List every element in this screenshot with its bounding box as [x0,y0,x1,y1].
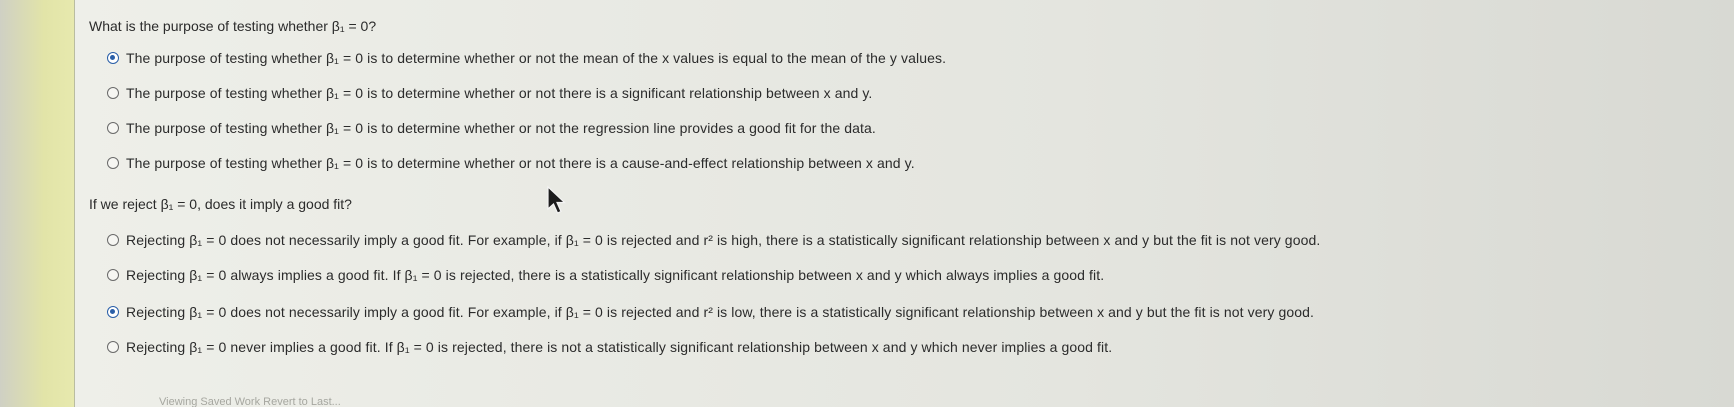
arrow-cursor-icon [547,185,567,214]
q2-option-c[interactable]: Rejecting β₁ = 0 does not necessarily im… [107,302,1314,322]
screenshot-stage: What is the purpose of testing whether β… [0,0,1734,407]
q2-option-a[interactable]: Rejecting β₁ = 0 does not necessarily im… [107,230,1320,250]
q2-option-d[interactable]: Rejecting β₁ = 0 never implies a good fi… [107,337,1112,357]
footer-status-text: Viewing Saved Work Revert to Last... [159,396,341,407]
q1-option-d-radio[interactable] [107,157,119,169]
q2-option-a-radio[interactable] [107,234,119,246]
q2-option-d-label: Rejecting β₁ = 0 never implies a good fi… [126,339,1113,355]
q1-option-c-radio[interactable] [107,122,119,134]
q1-option-b-radio[interactable] [107,87,119,99]
q1-option-b[interactable]: The purpose of testing whether β₁ = 0 is… [107,83,872,103]
q1-option-a[interactable]: The purpose of testing whether β₁ = 0 is… [107,48,946,68]
q1-option-c-label: The purpose of testing whether β₁ = 0 is… [126,120,876,136]
q1-option-a-radio[interactable] [107,52,119,64]
q1-option-a-label: The purpose of testing whether β₁ = 0 is… [126,50,947,66]
q1-option-b-label: The purpose of testing whether β₁ = 0 is… [126,85,873,101]
question-1-prompt: What is the purpose of testing whether β… [89,18,377,34]
q2-option-b-label: Rejecting β₁ = 0 always implies a good f… [126,267,1105,283]
q2-option-a-label: Rejecting β₁ = 0 does not necessarily im… [126,232,1321,248]
question-panel: What is the purpose of testing whether β… [74,0,1734,407]
question-2-prompt: If we reject β₁ = 0, does it imply a goo… [89,196,352,212]
q2-option-b[interactable]: Rejecting β₁ = 0 always implies a good f… [107,265,1104,285]
q1-option-d[interactable]: The purpose of testing whether β₁ = 0 is… [107,153,915,173]
q2-option-b-radio[interactable] [107,269,119,281]
left-highlight-strip [0,0,74,407]
q1-option-c[interactable]: The purpose of testing whether β₁ = 0 is… [107,118,876,138]
q1-option-d-label: The purpose of testing whether β₁ = 0 is… [126,155,915,171]
q2-option-d-radio[interactable] [107,341,119,353]
q2-option-c-label: Rejecting β₁ = 0 does not necessarily im… [126,304,1315,320]
q2-option-c-radio[interactable] [107,306,119,318]
